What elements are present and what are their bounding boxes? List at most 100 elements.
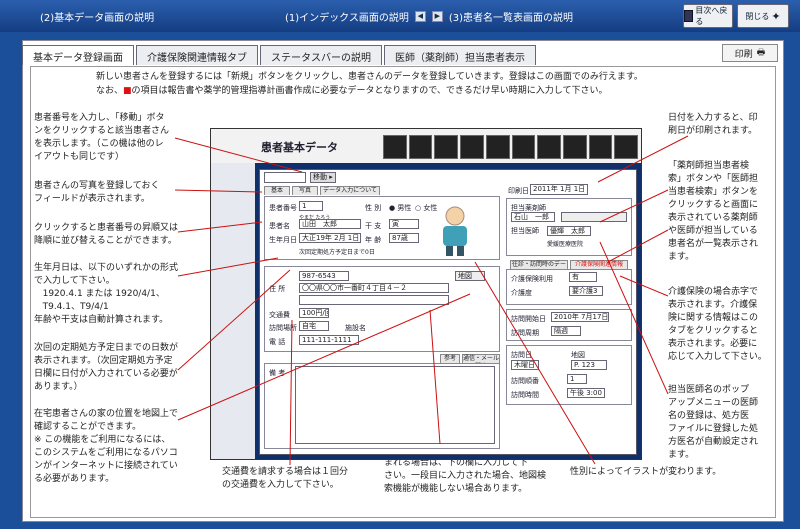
toolbar-icon[interactable] [460,135,484,159]
age-field: 87歳 [389,233,419,243]
clinic-name: 愛媛医療医院 [547,241,584,248]
pharmacist-search-button[interactable] [561,212,627,222]
doctor-label: 担当医師 [511,227,539,235]
birth-label: 生年月日 [269,236,297,244]
patient-basic-box: 患者番号 1 性 別 ● 男性 ○ 女性 やまだ たろう 患者名 山田 太郎 干… [264,196,500,260]
memo-tab-mail[interactable]: 通信・メール関連 [462,354,500,370]
zip-field[interactable]: 987-6543 [299,271,349,281]
patient-search-input[interactable] [264,172,306,183]
app-title: 患者基本データ [261,141,338,154]
toolbar-icon[interactable] [614,135,638,159]
visit-cycle-label: 訪問周期 [511,329,539,337]
note-photo: 患者さんの写真を登録しておく フィールドが表示されます。 [34,181,160,204]
note-care-insurance: 介護保険の場合赤字で 表示されます。介護保 険に関する情報はこの タブをクリック… [668,287,767,362]
phone-field[interactable]: 111-111-1111 [299,335,359,345]
note-birthday: 生年月日は、以下のいずれかの形式 で入力して下さい。 1920.4.1 または … [34,263,179,325]
note-sort: クリックすると患者番号の昇順又は 降順に並び替えることができます。 [34,223,179,246]
address-line2-field[interactable] [299,295,449,305]
move-button[interactable]: 移動 ▸ [310,172,336,183]
printer-icon: 🖶 [756,48,766,58]
patient-name-field[interactable]: 山田 太郎 [299,219,361,229]
gender-male-radio[interactable]: ● 男性 [389,203,411,213]
toolbar-icon[interactable] [511,135,536,159]
note-pharmacist-search: 「薬剤師担当患者検 索」ボタンや「医師担 当患者検索」ボタンを クリックすると画… [668,161,759,262]
pharmacist-select[interactable]: 石山 一郎 [511,212,555,222]
care-insurance-box: 介護保険利用 有 介護度 要介護3 [506,269,632,305]
toolbar-icon[interactable] [383,135,407,159]
prev-page-link[interactable]: (1)インデックス画面の説明 [285,9,409,24]
toolbar-icon[interactable] [537,135,561,159]
transport-field[interactable]: 100円/回 [299,308,329,318]
note-doctor-popup: 担当医師名のポップ アップメニューの医師 名の登録は、処方医 ファイルに登録した… [668,385,759,460]
age-label: 年 齢 [365,236,382,244]
next-prescription-days: 次回定期処方予定日まで0日 [299,249,375,256]
required-mark: ■ [123,86,132,96]
route-label: 訪問順番 [511,377,539,385]
next-page-link[interactable]: (3)患者名一覧表画面の説明 [449,9,573,24]
address-label: 住 所 [269,285,286,293]
next-arrow-icon[interactable]: ▶ [431,11,443,22]
intro-text: 新しい患者さんを登録するには「新規」ボタンをクリックし、患者さんのデータを登録し… [96,72,643,96]
visit-time-label: 訪問時間 [511,391,539,399]
gender-label: 性 別 [365,204,382,212]
remarks-label: 備 考 [269,369,286,377]
visit-start-field[interactable]: 2010年 7月17日 [551,312,609,322]
patient-avatar-illustration [443,206,467,256]
tab-basic-data[interactable]: 基本データ登録画面 [22,45,134,65]
print-button[interactable]: 印刷 🖶 [722,44,778,62]
page-title: (2)基本データ画面の説明 [40,13,155,24]
toolbar-icon[interactable] [485,135,510,159]
address-field[interactable]: 〇〇県〇〇市一番町４丁目４－２ [299,283,449,293]
visit-time-field[interactable]: 午後 3:00 [567,388,605,398]
toolbar [383,135,638,159]
doctor-select[interactable]: 優輝 太郎 [547,226,591,236]
map-button[interactable]: 地図 [455,271,485,281]
staff-box: 担当薬剤師 石山 一郎 担当医師 優輝 太郎 愛媛医療医院 [506,198,632,256]
visit-place-select[interactable]: 自宅 [299,321,329,331]
tab-bar: 基本データ登録画面 介護保険関連情報タブ ステータスバーの説明 医師（薬剤師）担… [22,45,538,65]
subtab-photo[interactable]: 写真 [292,186,318,195]
toolbar-icon[interactable] [588,135,613,159]
page-nav: (1)インデックス画面の説明 ◀ ▶ (3)患者名一覧表画面の説明 [285,9,573,24]
care-use-label: 介護保険利用 [511,275,553,283]
subtab-input-help[interactable]: データ入力について [320,186,380,195]
transport-label: 交通費 [269,311,290,319]
prev-arrow-icon[interactable]: ◀ [414,11,426,22]
route-field[interactable]: 1 [567,374,587,384]
toolbar-icon[interactable] [562,135,587,159]
care-use-field[interactable]: 有 [569,272,597,282]
tab-visit-data[interactable]: 往診・訪問時のデータ [510,260,568,276]
birthday-field[interactable]: 大正19年 2月 1日 [299,233,361,243]
name-label: 患者名 [269,222,290,230]
patient-no-label: 患者番号 [269,204,297,212]
close-button[interactable]: 閉じる ✦ [737,4,789,28]
map-page-field[interactable]: P. 123 [571,360,607,370]
app-header: 患者基本データ [211,129,641,163]
remarks-box: 備 考 [264,363,500,449]
toolbar-icon[interactable] [434,135,459,159]
status-sidebar [211,163,255,459]
visit-start-box: 訪問開始日 2010年 7月17日 訪問周期 隔週 [506,309,632,341]
phone-label: 電 話 [269,338,286,346]
close-icon: ✦ [771,9,781,23]
gender-female-radio[interactable]: ○ 女性 [415,203,437,213]
visit-day-box: 訪問日 木曜日 地図 P. 123 訪問順番 1 訪問時間 午後 3:00 [506,345,632,405]
tab-care-insurance[interactable]: 介護保険関連情報タブ [136,45,258,65]
memo-tab-reference[interactable]: 参考 [440,354,460,363]
toolbar-icon[interactable] [408,135,433,159]
visit-day-field[interactable]: 木曜日 [511,360,539,370]
tab-status-bar[interactable]: ステータスバーの説明 [260,45,382,65]
care-grade-field[interactable]: 要介護3 [569,286,603,296]
visit-cycle-field[interactable]: 隔週 [551,326,581,336]
note-map: 在宅患者さんの家の位置を地図上で 確認することができます。 ※ この機能をご利用… [34,409,179,484]
patient-no-field[interactable]: 1 [299,201,323,211]
subtab-basic[interactable]: 基本 [264,186,290,195]
tab-doctor-patients[interactable]: 医師（薬剤師）担当患者表示 [384,45,536,65]
note-move: 患者番号を入力し、「移動」ボタ ンをクリックすると該当患者さん を表示します。（… [34,113,170,162]
back-to-index-button[interactable]: 目次へ戻る [683,4,733,28]
visit-day-label: 訪問日 [511,351,532,359]
print-date-field[interactable]: 2011年 1月 1日 [530,184,588,195]
remarks-field[interactable] [295,366,495,444]
tab-care-info[interactable]: 介護保険関連情報 [570,260,628,269]
care-grade-label: 介護度 [511,289,532,297]
